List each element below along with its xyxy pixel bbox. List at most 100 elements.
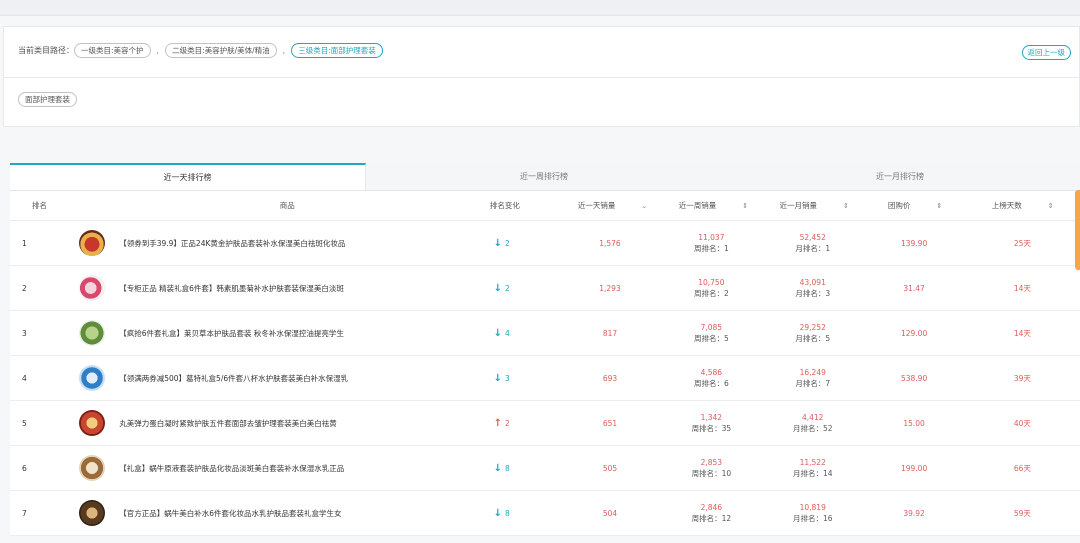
rank-change-value: 8	[505, 463, 510, 473]
week-rank-value: 周排名：1	[693, 244, 729, 253]
days-on-list-cell: 59天	[1013, 508, 1031, 518]
col-week-sales[interactable]: 近一周销量 ⇕	[663, 200, 764, 211]
rank-cell: 3	[22, 328, 27, 338]
side-panel-handle[interactable]	[1075, 190, 1080, 270]
week-sales-value: 4,586	[700, 368, 723, 377]
days-on-list-cell: 14天	[1013, 283, 1031, 293]
product-title[interactable]: 【官方正品】蜗牛美白补水6件套化妆品水乳护肤品套装礼盒学生女	[119, 508, 341, 519]
rank-change-value: 2	[505, 418, 510, 428]
path-separator: ,	[282, 45, 286, 55]
week-sales-cell: 7,085 周排名：5	[661, 322, 762, 344]
table-body: 1 【领券到手39.9】正品24K黄金护肤品套装补水保湿美白祛斑化妆品 ↓ 2 1…	[10, 221, 1080, 536]
week-rank-value: 周排名：6	[693, 379, 729, 388]
week-sales-value: 2,853	[700, 458, 723, 467]
product-cell[interactable]: 【礼盒】蜗牛原液套装护肤品化妆品淡斑美白套装补水保湿水乳正品	[66, 455, 444, 481]
product-thumbnail[interactable]	[79, 410, 106, 436]
product-title[interactable]: 【疯抢6件套礼盒】莱贝草本护肤品套装 秋冬补水保湿控油提亮学生	[119, 328, 344, 339]
arrow-down-icon: ↓	[493, 327, 502, 339]
price-cell: 15.00	[903, 418, 925, 428]
product-thumbnail[interactable]	[79, 230, 106, 256]
month-sales-value: 43,091	[799, 278, 826, 287]
price-cell: 39.92	[903, 508, 925, 518]
table-row[interactable]: 5 丸美弹力蛋白凝时紧致护肤五件套面部去皱护理套装美白美白祛黄 ↑ 2 651 1…	[10, 401, 1080, 446]
sort-desc-icon[interactable]: ⌄	[641, 202, 647, 210]
tab-daily[interactable]: 近一天排行榜	[10, 163, 366, 190]
month-sales-cell: 52,452 月排名：1	[762, 232, 863, 254]
col-rank: 排名	[32, 201, 47, 210]
sort-icon[interactable]: ⇕	[936, 202, 942, 210]
table-row[interactable]: 4 【领满两券减500】葛特礼盒5/6件套八杯水护肤套装美白补水保湿乳 ↓ 3 6…	[10, 356, 1080, 401]
rank-cell: 6	[22, 463, 27, 473]
product-thumbnail[interactable]	[79, 500, 106, 526]
arrow-down-icon: ↓	[493, 372, 502, 384]
sort-icon[interactable]: ⇕	[1048, 202, 1054, 210]
month-rank-value: 月排名：7	[795, 379, 831, 388]
days-on-list-cell: 40天	[1013, 418, 1031, 428]
crumb-level-3[interactable]: 三级类目:面部护理套装	[291, 42, 383, 58]
product-title[interactable]: 【礼盒】蜗牛原液套装护肤品化妆品淡斑美白套装补水保湿水乳正品	[119, 463, 344, 474]
product-thumbnail[interactable]	[79, 365, 106, 391]
tab-monthly[interactable]: 近一月排行榜	[722, 163, 1078, 190]
rank-change-cell: ↓ 2	[444, 283, 559, 294]
month-sales-value: 29,252	[799, 323, 826, 332]
month-rank-value: 月排名：1	[795, 244, 831, 253]
week-rank-value: 周排名：12	[691, 514, 732, 523]
sort-icon[interactable]: ⇕	[742, 202, 748, 210]
col-day-sales[interactable]: 近一天销量 ⌄	[562, 200, 663, 211]
top-bar	[0, 0, 1080, 16]
product-thumbnail[interactable]	[79, 455, 106, 481]
price-cell: 31.47	[903, 283, 925, 293]
table-row[interactable]: 7 【官方正品】蜗牛美白补水6件套化妆品水乳护肤品套装礼盒学生女 ↓ 8 504 …	[10, 491, 1080, 536]
crumb-level-1[interactable]: 一级类目:美容个护	[74, 42, 151, 58]
rank-change-value: 8	[505, 508, 510, 518]
rank-change-cell: ↑ 2	[444, 418, 559, 429]
month-rank-value: 月排名：5	[795, 334, 831, 343]
product-thumbnail[interactable]	[79, 320, 106, 346]
table-header: 排名 商品 排名变化 近一天销量 ⌄ 近一周销量 ⇕ 近一月销量 ⇕ 团购价 ⇕ 上榜天…	[10, 191, 1080, 221]
month-sales-cell: 43,091 月排名：3	[762, 277, 863, 299]
product-title[interactable]: 【领满两券减500】葛特礼盒5/6件套八杯水护肤套装美白补水保湿乳	[119, 373, 348, 384]
month-rank-value: 月排名：52	[792, 424, 833, 433]
table-row[interactable]: 1 【领券到手39.9】正品24K黄金护肤品套装补水保湿美白祛斑化妆品 ↓ 2 1…	[10, 221, 1080, 266]
product-title[interactable]: 【领券到手39.9】正品24K黄金护肤品套装补水保湿美白祛斑化妆品	[119, 238, 345, 249]
week-sales-cell: 2,846 周排名：12	[661, 502, 762, 524]
category-filter-panel: 当前类目路径： 一级类目:美容个护 , 二级类目:美容护肤/美体/精油 , 三级…	[3, 26, 1080, 127]
back-button[interactable]: 返回上一级	[1021, 45, 1071, 60]
table-row[interactable]: 2 【专柜正品 精装礼盒6件套】韩素肌墨菊补水护肤套装保湿美白淡斑 ↓ 2 1,2…	[10, 266, 1080, 311]
subcategory-chip[interactable]: 面部护理套装	[18, 92, 77, 107]
col-price[interactable]: 团购价 ⇕	[865, 200, 966, 211]
sort-icon[interactable]: ⇕	[843, 202, 849, 210]
crumb-level-2[interactable]: 二级类目:美容护肤/美体/精油	[165, 42, 277, 58]
ranking-tabs: 近一天排行榜 近一周排行榜 近一月排行榜	[10, 163, 1080, 191]
product-title[interactable]: 丸美弹力蛋白凝时紧致护肤五件套面部去皱护理套装美白美白祛黄	[119, 418, 337, 429]
arrow-down-icon: ↓	[493, 237, 502, 249]
month-sales-cell: 11,522 月排名：14	[762, 457, 863, 479]
col-days[interactable]: 上榜天数 ⇕	[965, 200, 1080, 211]
table-row[interactable]: 6 【礼盒】蜗牛原液套装护肤品化妆品淡斑美白套装补水保湿水乳正品 ↓ 8 505 …	[10, 446, 1080, 491]
table-row[interactable]: 3 【疯抢6件套礼盒】莱贝草本护肤品套装 秋冬补水保湿控油提亮学生 ↓ 4 817…	[10, 311, 1080, 356]
product-cell[interactable]: 【领满两券减500】葛特礼盒5/6件套八杯水护肤套装美白补水保湿乳	[66, 365, 444, 391]
product-thumbnail[interactable]	[79, 275, 106, 301]
product-title[interactable]: 【专柜正品 精装礼盒6件套】韩素肌墨菊补水护肤套装保湿美白淡斑	[119, 283, 344, 294]
product-cell[interactable]: 【官方正品】蜗牛美白补水6件套化妆品水乳护肤品套装礼盒学生女	[66, 500, 444, 526]
rank-change-cell: ↓ 2	[444, 238, 559, 249]
price-cell: 129.00	[900, 328, 928, 338]
product-cell[interactable]: 【疯抢6件套礼盒】莱贝草本护肤品套装 秋冬补水保湿控油提亮学生	[66, 320, 444, 346]
tab-weekly[interactable]: 近一周排行榜	[366, 163, 722, 190]
col-month-sales-label: 近一月销量	[779, 201, 818, 210]
category-path: 当前类目路径： 一级类目:美容个护 , 二级类目:美容护肤/美体/精油 , 三级…	[18, 42, 383, 58]
product-cell[interactable]: 丸美弹力蛋白凝时紧致护肤五件套面部去皱护理套装美白美白祛黄	[66, 410, 444, 436]
days-on-list-cell: 66天	[1013, 463, 1031, 473]
day-sales-cell: 1,576	[599, 238, 621, 248]
week-sales-value: 10,750	[698, 278, 725, 287]
rank-change-value: 4	[505, 328, 510, 338]
product-cell[interactable]: 【领券到手39.9】正品24K黄金护肤品套装补水保湿美白祛斑化妆品	[66, 230, 444, 256]
col-month-sales[interactable]: 近一月销量 ⇕	[764, 200, 865, 211]
col-day-sales-label: 近一天销量	[577, 201, 616, 210]
price-cell: 199.00	[900, 463, 928, 473]
month-rank-value: 月排名：16	[792, 514, 833, 523]
days-on-list-cell: 39天	[1013, 373, 1031, 383]
month-sales-cell: 4,412 月排名：52	[762, 412, 863, 434]
arrow-down-icon: ↓	[493, 507, 502, 519]
product-cell[interactable]: 【专柜正品 精装礼盒6件套】韩素肌墨菊补水护肤套装保湿美白淡斑	[66, 275, 444, 301]
